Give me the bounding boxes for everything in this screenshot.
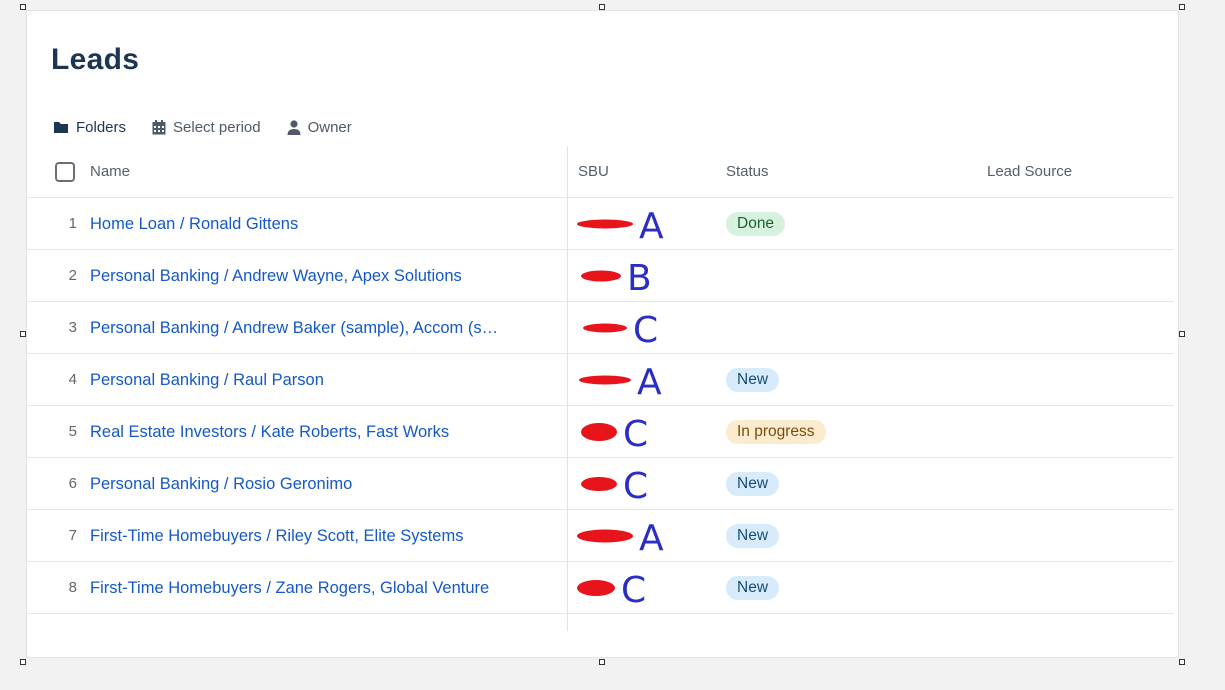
red-redaction-mark	[581, 477, 617, 491]
lead-name-link[interactable]: First-Time Homebuyers / Riley Scott, Eli…	[90, 527, 463, 546]
table-row[interactable]: 8 First-Time Homebuyers / Zane Rogers, Gl…	[27, 562, 1174, 614]
red-redaction-mark	[581, 423, 617, 441]
table-header: Name SBU Status Lead Source	[27, 146, 1174, 198]
sbu-handwritten-letter: B	[627, 258, 652, 299]
column-header-name[interactable]: Name	[90, 163, 130, 180]
person-icon	[287, 119, 301, 135]
table-row[interactable]: 4 Personal Banking / Raul Parson A New	[27, 354, 1174, 406]
red-redaction-mark	[583, 323, 627, 333]
status-badge: In progress	[726, 420, 826, 444]
sbu-handwritten-letter: C	[623, 466, 648, 507]
row-number: 4	[68, 371, 77, 388]
toolbar: Folders Select period Owner	[53, 117, 378, 137]
select-all-checkbox[interactable]	[55, 162, 75, 182]
page-title: Leads	[51, 43, 140, 76]
table-body: 1 Home Loan / Ronald Gittens A Done 2 Persona…	[27, 198, 1174, 614]
column-header-status[interactable]: Status	[726, 163, 769, 180]
row-number: 7	[68, 527, 77, 544]
row-number: 8	[68, 579, 77, 596]
lead-name-link[interactable]: Personal Banking / Andrew Baker (sample)…	[90, 319, 498, 338]
table-row[interactable]: 5 Real Estate Investors / Kate Roberts, F…	[27, 406, 1174, 458]
folder-icon	[54, 122, 68, 133]
lead-name-link[interactable]: Home Loan / Ronald Gittens	[90, 215, 298, 234]
sbu-handwritten-letter: A	[637, 362, 662, 403]
sbu-annotation: A	[577, 206, 664, 247]
row-number: 5	[68, 423, 77, 440]
status-badge: New	[726, 368, 780, 392]
column-header-sbu[interactable]: SBU	[578, 163, 609, 180]
table-row[interactable]: 2 Personal Banking / Andrew Wayne, Apex S…	[27, 250, 1174, 302]
red-redaction-mark	[579, 375, 631, 385]
select-period-button[interactable]: Select period	[152, 119, 261, 136]
select-period-label: Select period	[173, 118, 261, 136]
table-row[interactable]: 1 Home Loan / Ronald Gittens A Done	[27, 198, 1174, 250]
sbu-annotation: B	[581, 258, 652, 299]
sbu-handwritten-letter: C	[621, 570, 646, 611]
row-number: 1	[68, 215, 77, 232]
sbu-annotation: A	[579, 362, 662, 403]
red-redaction-mark	[581, 270, 621, 282]
sbu-handwritten-letter: C	[623, 414, 648, 455]
owner-button[interactable]: Owner	[287, 119, 352, 136]
red-redaction-mark	[577, 580, 615, 596]
lead-name-link[interactable]: Personal Banking / Rosio Geronimo	[90, 475, 352, 494]
status-badge: New	[726, 472, 780, 496]
resize-handle-bottom-right[interactable]	[1179, 659, 1185, 665]
table-row[interactable]: 3 Personal Banking / Andrew Baker (sample…	[27, 302, 1174, 354]
row-number: 6	[68, 475, 77, 492]
table-row[interactable]: 7 First-Time Homebuyers / Riley Scott, El…	[27, 510, 1174, 562]
sbu-handwritten-letter: C	[633, 310, 658, 351]
row-number: 2	[68, 267, 77, 284]
resize-handle-bottom-left[interactable]	[20, 659, 26, 665]
lead-name-link[interactable]: Real Estate Investors / Kate Roberts, Fa…	[90, 423, 449, 442]
red-redaction-mark	[577, 529, 633, 543]
sbu-handwritten-letter: A	[639, 518, 664, 559]
red-redaction-mark	[577, 219, 633, 229]
sbu-handwritten-letter: A	[639, 206, 664, 247]
folders-label: Folders	[76, 118, 127, 136]
resize-handle-middle-right[interactable]	[1179, 331, 1185, 337]
lead-name-link[interactable]: First-Time Homebuyers / Zane Rogers, Glo…	[90, 579, 489, 598]
status-badge: New	[726, 576, 780, 600]
folders-button[interactable]: Folders	[53, 119, 126, 136]
status-badge: New	[726, 524, 780, 548]
lead-name-link[interactable]: Personal Banking / Raul Parson	[90, 371, 324, 390]
leads-panel: Leads Folders Select period Owner Name S…	[26, 10, 1179, 658]
row-number: 3	[68, 319, 77, 336]
column-header-lead-source[interactable]: Lead Source	[987, 163, 1072, 180]
resize-handle-top-right[interactable]	[1179, 4, 1185, 10]
resize-handle-bottom-center[interactable]	[599, 659, 605, 665]
sbu-annotation: C	[581, 414, 648, 455]
calendar-icon	[152, 119, 166, 134]
sbu-annotation: A	[577, 518, 664, 559]
table-row[interactable]: 6 Personal Banking / Rosio Geronimo C New	[27, 458, 1174, 510]
lead-name-link[interactable]: Personal Banking / Andrew Wayne, Apex So…	[90, 267, 462, 286]
sbu-annotation: C	[581, 466, 648, 507]
sbu-annotation: C	[577, 570, 646, 611]
owner-label: Owner	[307, 118, 352, 136]
status-badge: Done	[726, 212, 786, 236]
leads-table: Name SBU Status Lead Source 1 Home Loan /…	[27, 146, 1174, 614]
sbu-annotation: C	[583, 310, 658, 351]
